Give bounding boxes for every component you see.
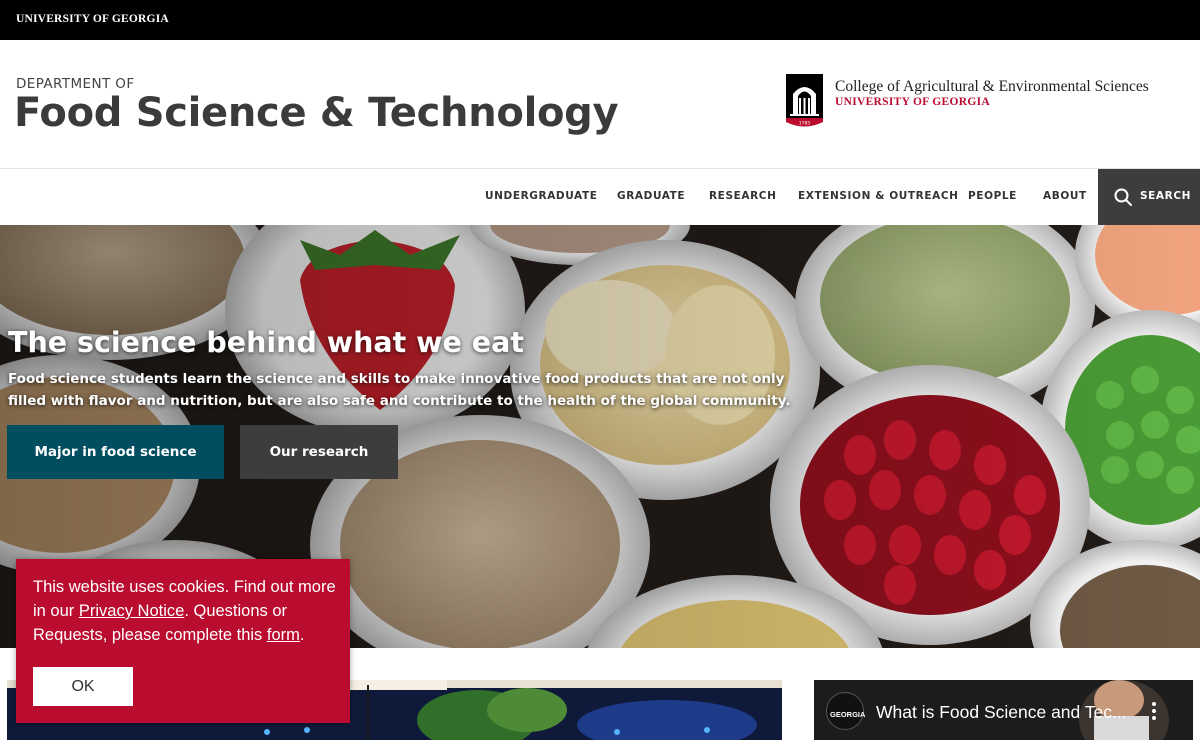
our-research-button[interactable]: Our research — [240, 425, 398, 479]
nav-people[interactable]: PEOPLE — [968, 190, 1017, 202]
video-embed[interactable]: GEORGIA What is Food Science and Tec... — [814, 680, 1193, 740]
nav-undergraduate[interactable]: UNDERGRADUATE — [485, 190, 597, 202]
college-name: College of Agricultural & Environmental … — [835, 78, 1149, 95]
channel-logo-text: GEORGIA — [830, 710, 866, 719]
caes-logo[interactable]: 1785 College of Agricultural & Environme… — [786, 74, 1186, 130]
nav-research[interactable]: RESEARCH — [709, 190, 777, 202]
major-in-food-science-button[interactable]: Major in food science — [7, 425, 224, 479]
form-link[interactable]: form — [267, 626, 300, 644]
arch-year: 1785 — [799, 121, 811, 127]
cookie-text-3: . — [299, 626, 305, 644]
arch-icon: 1785 — [786, 74, 823, 127]
nav-about[interactable]: ABOUT — [1043, 190, 1087, 202]
nav-graduate[interactable]: GRADUATE — [617, 190, 685, 202]
cookie-ok-button[interactable]: OK — [33, 667, 133, 706]
college-university: UNIVERSITY OF GEORGIA — [835, 96, 990, 108]
video-title[interactable]: What is Food Science and Tec... — [876, 702, 1127, 723]
privacy-notice-link[interactable]: Privacy Notice — [79, 602, 184, 620]
university-link[interactable]: UNIVERSITY OF GEORGIA — [16, 13, 169, 25]
nav-extension-outreach[interactable]: EXTENSION & OUTREACH — [798, 190, 959, 202]
more-options-icon[interactable] — [1148, 700, 1160, 724]
department-title[interactable]: Food Science & Technology — [14, 90, 619, 136]
cookie-banner: This website uses cookies. Find out more… — [16, 559, 350, 723]
top-bar: UNIVERSITY OF GEORGIA — [0, 0, 1200, 40]
cookie-message: This website uses cookies. Find out more… — [33, 575, 338, 647]
hero-subtitle: Food science students learn the science … — [8, 371, 791, 409]
search-label: SEARCH — [1140, 190, 1192, 202]
search-icon — [1114, 188, 1132, 206]
site-header: DEPARTMENT OF Food Science & Technology … — [0, 40, 1200, 169]
hero-title: The science behind what we eat — [8, 326, 524, 359]
main-nav: UNDERGRADUATE GRADUATE RESEARCH EXTENSIO… — [0, 169, 1200, 225]
search-button[interactable]: SEARCH — [1098, 169, 1200, 225]
